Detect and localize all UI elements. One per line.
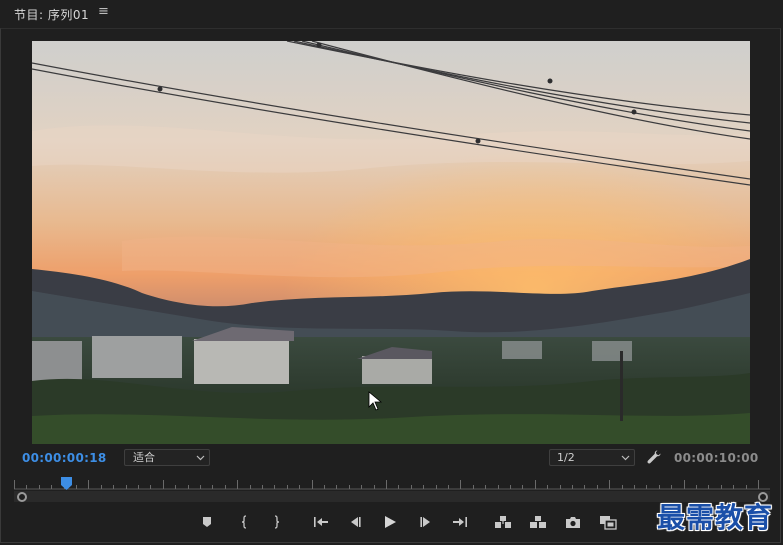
step-forward-button[interactable] [416, 512, 436, 532]
step-forward-icon [420, 517, 430, 527]
go-to-in-icon [314, 517, 328, 527]
go-to-in-button[interactable] [311, 512, 331, 532]
mark-in-icon [241, 515, 247, 529]
play-icon [385, 516, 396, 528]
panel-title[interactable]: 节目: 序列01 [14, 6, 89, 23]
lift-button[interactable] [493, 512, 513, 532]
time-ruler[interactable] [14, 476, 770, 490]
current-timecode[interactable]: 00:00:00:18 [22, 451, 107, 465]
zoom-level-select[interactable]: 适合 [124, 449, 210, 466]
add-marker-button[interactable] [197, 512, 217, 532]
mark-in-button[interactable] [235, 512, 255, 532]
mark-out-icon [274, 515, 280, 529]
step-back-icon [351, 517, 361, 527]
wrench-settings-icon[interactable] [646, 449, 662, 465]
duration-timecode: 00:00:10:00 [674, 451, 759, 465]
hamburger-menu-icon[interactable]: ≡ [98, 4, 109, 19]
compare-view-button[interactable] [598, 512, 618, 532]
extract-button[interactable] [528, 512, 548, 532]
lift-icon [495, 516, 511, 528]
compare-view-icon [600, 515, 617, 530]
mark-out-button[interactable] [266, 512, 286, 532]
go-to-out-button[interactable] [450, 512, 470, 532]
playhead-marker[interactable] [61, 477, 73, 491]
program-monitor-panel: 节目: 序列01 ≡ 00:00:00:18 适合 1/2 00:00:10:0… [0, 0, 783, 545]
chevron-down-icon [196, 455, 205, 461]
video-frame-image [32, 41, 750, 444]
scrollbar-left-handle[interactable] [17, 492, 27, 502]
video-preview[interactable] [32, 41, 750, 444]
step-back-button[interactable] [345, 512, 365, 532]
panel-header: 节目: 序列01 ≡ [0, 0, 783, 28]
go-to-out-icon [453, 517, 467, 527]
zoom-level-value: 适合 [133, 451, 155, 464]
play-button[interactable] [380, 512, 400, 532]
watermark-logo: 最需教育 [657, 501, 774, 534]
chevron-down-icon [621, 455, 630, 461]
camera-icon [566, 516, 580, 528]
monitor-info-bar: 00:00:00:18 适合 1/2 00:00:10:00 [0, 446, 783, 470]
marker-icon [203, 517, 211, 527]
resolution-value: 1/2 [557, 451, 575, 464]
export-frame-button[interactable] [563, 512, 583, 532]
extract-icon [530, 516, 546, 528]
playback-resolution-select[interactable]: 1/2 [549, 449, 635, 466]
